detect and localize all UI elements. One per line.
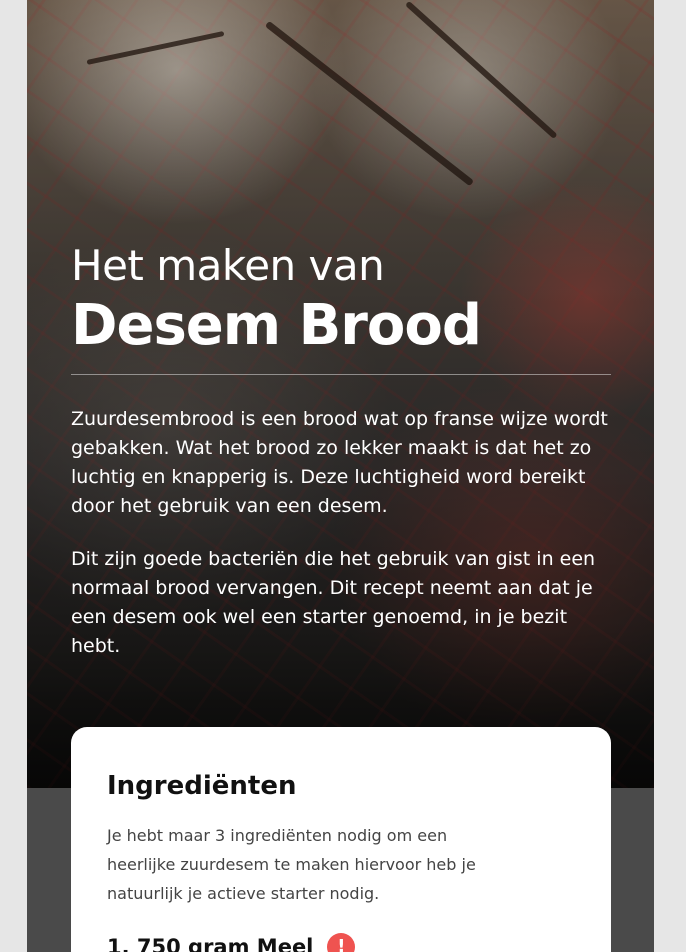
- hero-content: Het maken van Desem Brood Zuurdesembrood…: [71, 238, 611, 661]
- bread-score-mark: [404, 0, 558, 140]
- intro-paragraph: Zuurdesembrood is een brood wat op frans…: [71, 408, 608, 517]
- ingredient-item[interactable]: 1. 750 gram Meel !: [107, 933, 356, 952]
- page-title-prefix: Het maken van: [71, 241, 385, 290]
- ingredients-title: Ingrediënten: [107, 771, 297, 801]
- alert-icon[interactable]: !: [327, 933, 356, 952]
- ingredients-card: Ingrediënten Je hebt maar 3 ingrediënten…: [71, 727, 611, 952]
- page-title: Desem Brood: [71, 293, 482, 358]
- bread-score-mark: [86, 30, 225, 65]
- title-divider: [71, 374, 611, 375]
- ingredient-label: 1. 750 gram Meel: [107, 935, 314, 952]
- ingredients-description: Je hebt maar 3 ingrediënten nodig om een…: [107, 826, 476, 903]
- bread-score-mark: [264, 20, 475, 187]
- recipe-page: Het maken van Desem Brood Zuurdesembrood…: [27, 0, 654, 952]
- intro-paragraph: Dit zijn goede bacteriën die het gebruik…: [71, 548, 596, 657]
